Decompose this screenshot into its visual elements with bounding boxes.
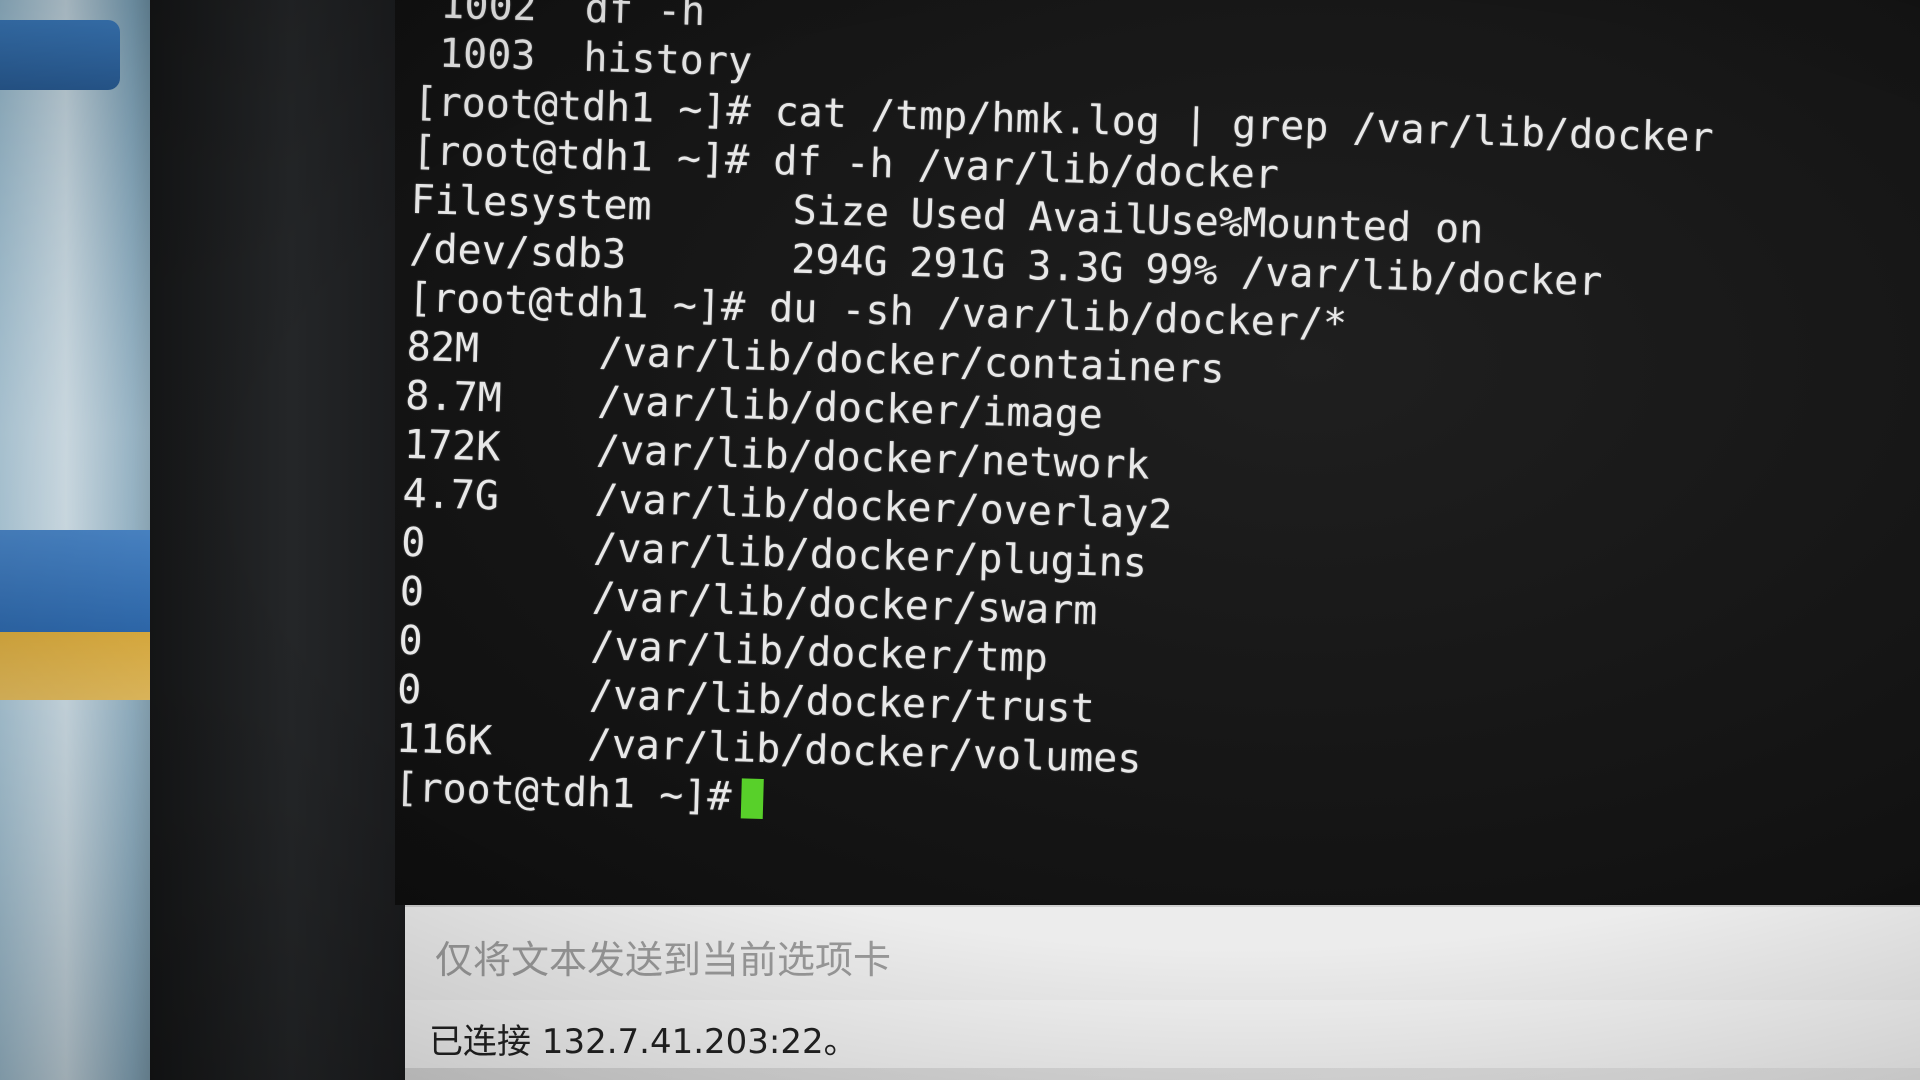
send-text-input[interactable]: 仅将文本发送到当前选项卡 — [435, 929, 891, 984]
connection-status: 已连接 132.7.41.203:22。 — [429, 1022, 858, 1062]
bottle-cap — [0, 20, 120, 90]
terminal-cursor — [740, 778, 764, 819]
shell-prompt: [root@tdh1 ~]# — [412, 78, 752, 135]
send-text-bar[interactable]: 仅将文本发送到当前选项卡 — [405, 905, 1920, 1002]
bottle-label — [0, 530, 165, 700]
shell-prompt: [root@tdh1 ~]# — [407, 274, 746, 331]
status-bar-bottom-edge — [405, 1068, 1920, 1080]
water-bottle — [0, 0, 165, 1080]
photo-scene: 1002 df -h 1003 history [root@tdh1 ~]# c… — [0, 0, 1920, 1080]
shell-prompt: [root@tdh1 ~]# — [395, 764, 733, 821]
terminal-output: 1002 df -h 1003 history [root@tdh1 ~]# c… — [395, 0, 1717, 849]
terminal-window[interactable]: 1002 df -h 1003 history [root@tdh1 ~]# c… — [395, 0, 1920, 905]
shell-prompt: [root@tdh1 ~]# — [411, 127, 750, 184]
